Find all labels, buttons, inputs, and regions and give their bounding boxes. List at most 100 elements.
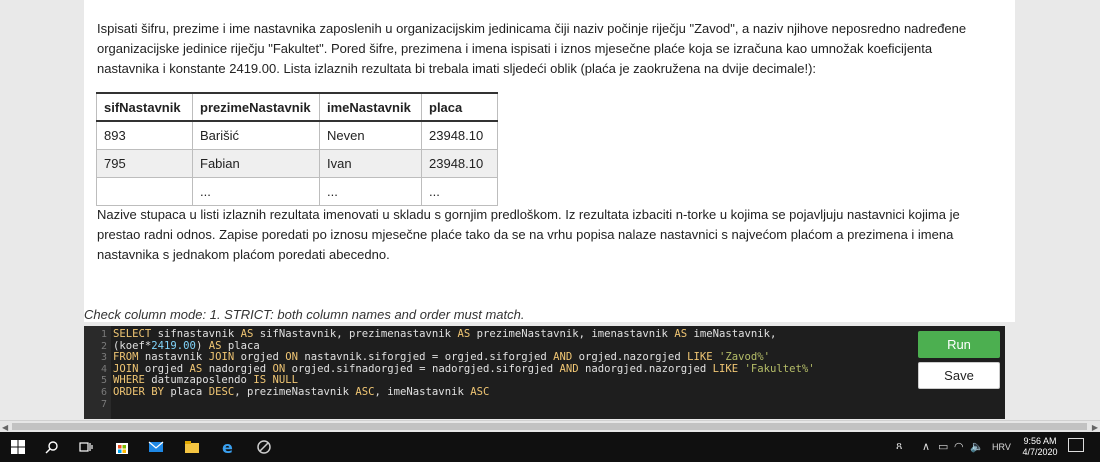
table-cell: Fabian [192,148,320,178]
save-button[interactable]: Save [918,362,1000,389]
scrollbar-thumb[interactable] [12,423,1087,430]
code-token: nastavnik.siforgjed = orgjed.siforgjed [298,351,554,364]
notification-center-icon[interactable] [1068,438,1084,452]
volume-icon[interactable]: 🔈 [970,440,984,453]
line-number: 2 [100,340,107,352]
windows-taskbar: e ጸ ∧ ▭ ◠ 🔈 HRV [0,432,1100,462]
line-number: 1 [100,329,107,340]
table-cell: 893 [96,120,193,150]
code-token: ORDER BY [113,385,165,398]
wifi-icon[interactable]: ◠ [954,440,964,453]
table-cell: ... [421,176,498,206]
code-token: , imeNastavnik [374,385,471,398]
code-token: ON [272,362,286,375]
code-token: AS [457,328,471,340]
search-icon[interactable] [42,437,62,457]
column-header: sifNastavnik [96,92,193,122]
task-view-icon[interactable] [76,437,96,457]
code-token: ON [285,351,298,364]
code-token: ASC [355,385,375,398]
line-number: 3 [100,352,107,364]
system-clock[interactable]: 9:56 AM 4/7/2020 [1020,436,1060,458]
code-token: 'Fakultet%' [744,362,815,375]
code-token: AS [189,362,203,375]
code-token: nadorgjed.nazorgjed [578,362,713,375]
code-token: JOIN [113,362,139,375]
code-token: LIKE [712,362,739,375]
sql-code[interactable]: SELECT sifnastavnik AS sifNastavnik, pre… [113,328,815,411]
scroll-right-icon[interactable]: ▶ [1092,423,1098,432]
table-cell: ... [319,176,422,206]
code-token: AS [674,328,688,340]
code-token: orgjed.nazorgjed [572,351,688,364]
app-pinned-icon[interactable] [254,437,274,457]
code-token: AND [559,362,579,375]
code-token: sifNastavnik, prezimenastavnik [253,328,458,340]
svg-text:e: e [222,439,233,455]
line-number-gutter: 1 2 3 4 5 6 7 [84,326,111,419]
code-token: orgjed.sifnadorgjed = nadorgjed.siforgje… [285,362,560,375]
code-token: WHERE [113,374,145,387]
code-line: ORDER BY placa DESC, prezimeNastavnik AS… [113,385,815,399]
code-token: IS NULL [253,374,298,387]
windows-start-icon[interactable] [8,437,28,457]
clock-time: 9:56 AM [1023,436,1057,446]
code-token: , prezimeNastavnik [234,385,356,398]
table-header-row: sifNastavnik prezimeNastavnik imeNastavn… [96,92,498,122]
scroll-left-icon[interactable]: ◀ [2,423,8,432]
code-token: LIKE [687,351,713,364]
code-token: orgjed [234,351,286,364]
code-token: SELECT [113,328,152,340]
code-token: JOIN [208,351,235,364]
code-token: nadorgjed [202,362,273,375]
table-cell: 23948.10 [421,120,498,150]
code-token: 2419.00 [151,339,196,352]
people-icon[interactable]: ጸ [896,440,902,453]
horizontal-scrollbar[interactable]: ◀ ▶ [0,420,1100,432]
code-token: ) [195,339,209,352]
mail-icon[interactable] [146,437,166,457]
store-icon[interactable] [112,437,132,457]
table-cell: 23948.10 [421,148,498,178]
column-header: imeNastavnik [319,92,422,122]
table-row: 795 Fabian Ivan 23948.10 [96,148,498,178]
code-token: DESC [208,385,235,398]
code-token: datumzaposlendo [144,374,254,387]
code-token: FROM [113,351,139,364]
table-row: ... ... ... [96,176,498,206]
run-button[interactable]: Run [918,331,1000,358]
network-icon[interactable]: ▭ [938,440,948,453]
code-token: orgjed [138,362,190,375]
code-token: AS [208,339,222,352]
line-number: 4 [100,363,107,375]
table-cell [96,176,193,206]
check-column-mode-note: Check column mode: 1. STRICT: both colum… [84,307,525,322]
code-token: ASC [470,385,490,398]
code-token: placa [221,339,260,352]
clock-date: 4/7/2020 [1022,447,1058,457]
code-token: prezimeNastavnik, imenastavnik [470,328,675,340]
show-hidden-icons-icon[interactable]: ∧ [922,440,930,453]
code-token: sifnastavnik [151,328,241,340]
table-cell: Neven [319,120,422,150]
file-explorer-icon[interactable] [182,437,202,457]
code-token: imeNastavnik, [687,328,777,340]
task-description: Ispisati šifru, prezime i ime nastavnika… [97,21,967,76]
code-token: nastavnik [138,351,209,364]
sql-code-editor[interactable]: 1 2 3 4 5 6 7 SELECT sifnastavnik AS sif… [84,326,1005,419]
column-header: placa [421,92,498,122]
code-token: (koef* [113,339,152,352]
column-header: prezimeNastavnik [192,92,320,122]
table-cell: Ivan [319,148,422,178]
table-cell: ... [192,176,320,206]
edge-browser-icon[interactable]: e [218,437,238,457]
expected-result-table: sifNastavnik prezimeNastavnik imeNastavn… [96,92,498,206]
table-cell: Barišić [192,120,320,150]
code-token: AS [240,328,254,340]
code-token: 'Zavod%' [718,351,771,364]
line-number: 6 [100,387,107,398]
line-number: 5 [100,375,107,387]
language-indicator[interactable]: HRV [992,442,1011,452]
line-number: 7 [100,398,107,410]
